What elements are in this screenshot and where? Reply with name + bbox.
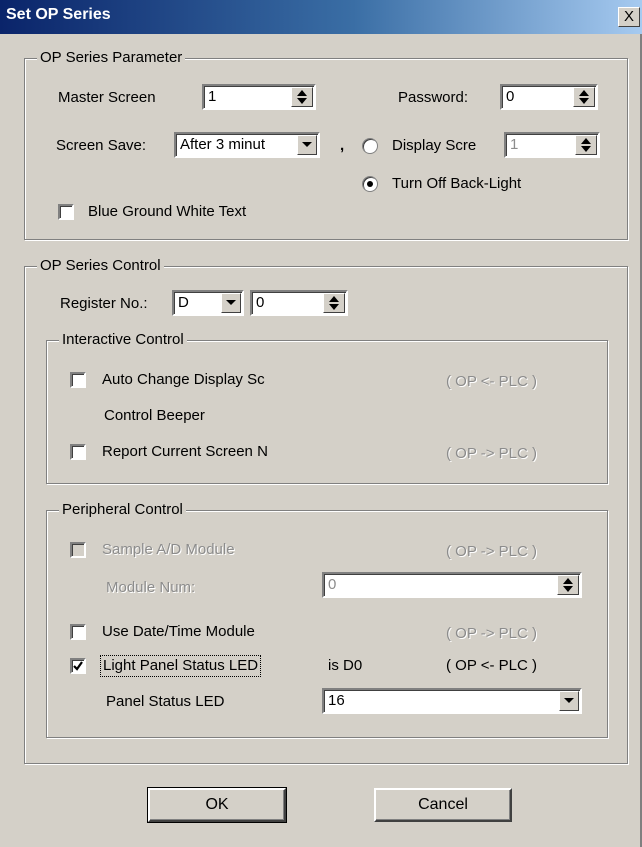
module-num-spinbox[interactable]: 0 — [322, 572, 582, 598]
spin-arrows-icon — [581, 138, 591, 152]
master-screen-spinbox[interactable]: 1 — [202, 84, 316, 110]
spin-arrows-icon — [563, 578, 573, 592]
set-op-series-dialog: Set OP Series X OP Series Parameter Mast… — [0, 0, 642, 847]
light-panel-status-label: Light Panel Status LED — [100, 655, 262, 677]
use-date-time-checkbox[interactable] — [70, 624, 86, 640]
light-panel-direction: ( OP <- PLC ) — [446, 657, 537, 674]
register-no-label: Register No.: — [60, 295, 148, 312]
display-screen-radio[interactable] — [362, 138, 378, 154]
module-num-value: 0 — [328, 576, 337, 593]
module-num-label: Module Num: — [106, 579, 196, 596]
sample-ad-module-checkbox[interactable] — [70, 542, 86, 558]
op-series-control-legend: OP Series Control — [37, 257, 164, 275]
panel-status-led-dropdown[interactable]: 16 — [322, 688, 582, 714]
auto-change-display-checkbox[interactable] — [70, 372, 86, 388]
display-screen-label: Display Scre — [392, 137, 477, 154]
close-icon: X — [623, 8, 634, 25]
op-series-parameter-legend: OP Series Parameter — [37, 49, 186, 67]
blue-ground-checkbox[interactable] — [58, 204, 74, 220]
password-spin-button[interactable] — [573, 87, 595, 107]
turn-off-backlight-radio[interactable] — [362, 176, 378, 192]
master-screen-spin-button[interactable] — [291, 87, 313, 107]
peripheral-control-legend: Peripheral Control — [59, 501, 186, 519]
use-date-time-label: Use Date/Time Module — [102, 623, 255, 640]
light-panel-status-checkbox[interactable] — [70, 658, 86, 674]
display-screen-value: 1 — [510, 136, 519, 153]
control-beeper-label: Control Beeper — [104, 407, 205, 424]
auto-change-display-label: Auto Change Display Sc — [102, 371, 265, 388]
chevron-down-icon — [564, 698, 574, 703]
module-num-spin-button[interactable] — [557, 575, 579, 595]
display-screen-spinbox[interactable]: 1 — [504, 132, 600, 158]
light-panel-register-text: is D0 — [328, 657, 363, 674]
register-device-dropdown-button[interactable] — [221, 293, 241, 313]
use-date-time-direction: ( OP -> PLC ) — [446, 625, 537, 642]
title-bar[interactable]: Set OP Series X — [0, 0, 642, 34]
spin-arrows-icon — [579, 90, 589, 104]
display-screen-spin-button[interactable] — [575, 135, 597, 155]
screen-save-dropdown-button[interactable] — [297, 135, 317, 155]
panel-status-led-label: Panel Status LED — [106, 693, 225, 710]
checkmark-icon — [73, 661, 83, 671]
password-value: 0 — [506, 88, 515, 105]
register-number-spinbox[interactable]: 0 — [250, 290, 348, 316]
spin-arrows-icon — [329, 296, 339, 310]
interactive-control-legend: Interactive Control — [59, 331, 187, 349]
master-screen-value: 1 — [208, 88, 217, 105]
master-screen-label: Master Screen — [58, 89, 156, 106]
report-current-screen-direction: ( OP -> PLC ) — [446, 445, 537, 462]
report-current-screen-checkbox[interactable] — [70, 444, 86, 460]
cancel-button[interactable]: Cancel — [374, 788, 512, 822]
screen-save-label: Screen Save: — [56, 137, 147, 154]
report-current-screen-label: Report Current Screen N — [102, 443, 268, 460]
spin-arrows-icon — [297, 90, 307, 104]
blue-ground-label: Blue Ground White Text — [88, 203, 247, 220]
window-title: Set OP Series — [6, 6, 111, 23]
close-button[interactable]: X — [618, 7, 640, 27]
register-device-dropdown[interactable]: D — [172, 290, 244, 316]
panel-status-led-dropdown-button[interactable] — [559, 691, 579, 711]
chevron-down-icon — [302, 142, 312, 147]
screen-save-value: After 3 minut — [180, 136, 266, 153]
register-number-value: 0 — [256, 294, 265, 311]
ok-button[interactable]: OK — [147, 787, 287, 823]
sample-ad-module-label: Sample A/D Module — [102, 541, 235, 558]
sample-ad-module-direction: ( OP -> PLC ) — [446, 543, 537, 560]
auto-change-direction: ( OP <- PLC ) — [446, 373, 537, 390]
panel-status-led-value: 16 — [328, 692, 345, 709]
register-device-value: D — [178, 294, 189, 311]
turn-off-backlight-label: Turn Off Back-Light — [392, 175, 522, 192]
separator-comma: , — [340, 137, 345, 154]
password-label: Password: — [398, 89, 469, 106]
radio-selected-dot — [367, 181, 373, 187]
register-number-spin-button[interactable] — [323, 293, 345, 313]
screen-save-dropdown[interactable]: After 3 minut — [174, 132, 320, 158]
password-spinbox[interactable]: 0 — [500, 84, 598, 110]
chevron-down-icon — [226, 300, 236, 305]
